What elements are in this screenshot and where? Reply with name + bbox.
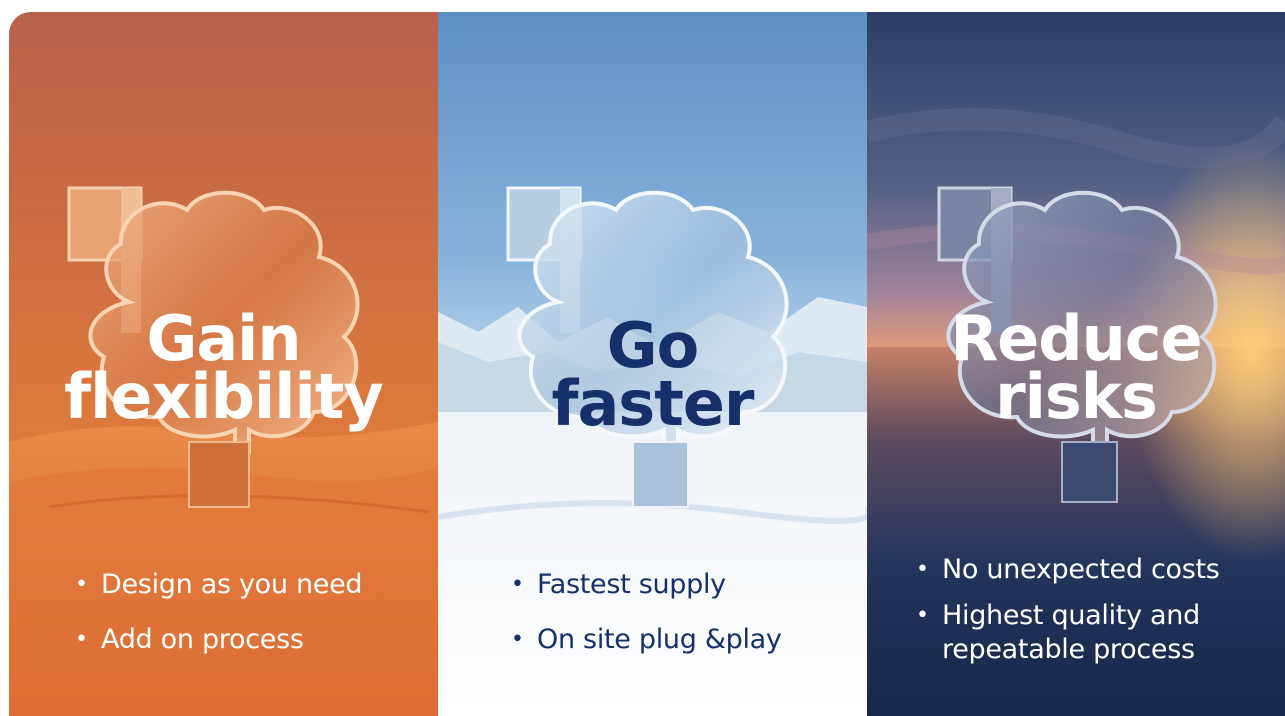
- list-item: Add on process: [75, 623, 362, 657]
- hero-panels: Gain flexibility Design as you need Add …: [9, 12, 1285, 716]
- panel-title: Reduce risks: [950, 302, 1202, 433]
- panel-go-faster: Go faster Fastest supply On site plug &p…: [438, 12, 867, 716]
- panel-reduce-risks: Reduce risks No unexpected costs Highest…: [867, 12, 1285, 716]
- list-item: No unexpected costs: [916, 553, 1285, 587]
- panel-title: Go faster: [551, 309, 755, 440]
- benefit-list: No unexpected costs Highest quality and …: [916, 553, 1285, 679]
- list-item: Fastest supply: [511, 568, 782, 602]
- panel-gain-flexibility: Gain flexibility Design as you need Add …: [9, 12, 438, 716]
- benefit-list: Design as you need Add on process: [75, 568, 363, 678]
- list-item: Design as you need: [75, 568, 363, 602]
- panel-title: Gain flexibility: [64, 302, 384, 433]
- list-item: On site plug &play: [511, 623, 782, 657]
- list-item: Highest quality and repeatable process: [916, 599, 1285, 667]
- benefit-list: Fastest supply On site plug &play: [511, 568, 782, 678]
